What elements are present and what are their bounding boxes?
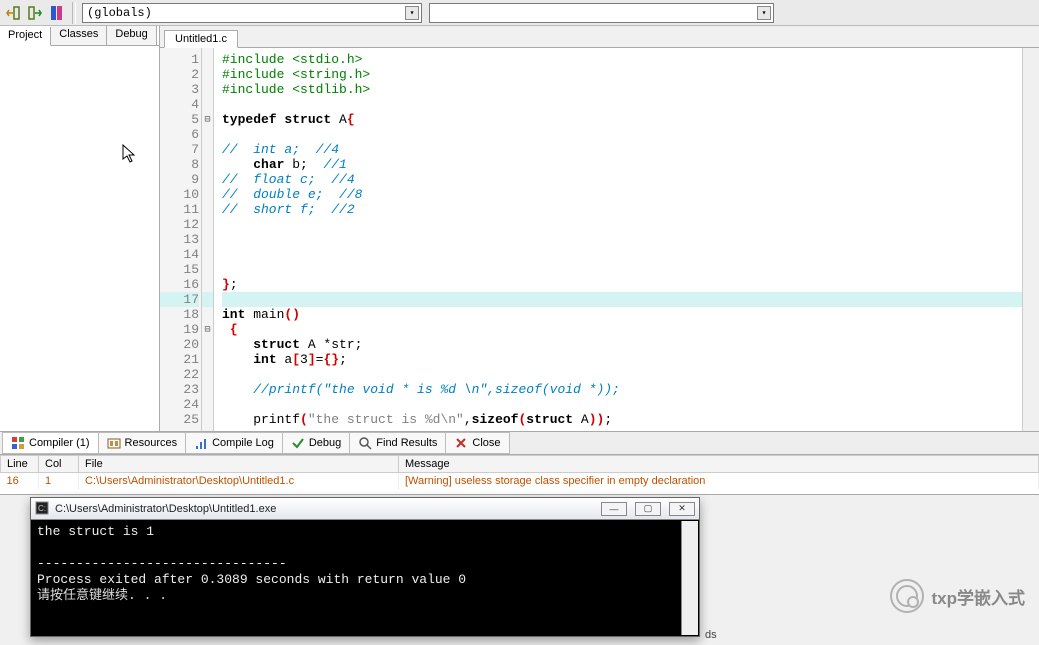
tab-label: Find Results xyxy=(376,437,437,449)
exe-icon: C: xyxy=(35,501,51,517)
tab-label: Close xyxy=(472,437,500,449)
col-message[interactable]: Message xyxy=(399,456,1039,473)
scope-value: (globals) xyxy=(87,6,152,20)
check-icon xyxy=(291,436,305,450)
file-tab-active[interactable]: Untitled1.c xyxy=(164,30,238,48)
table-header-row: Line Col File Message xyxy=(1,456,1039,473)
col-col[interactable]: Col xyxy=(39,456,79,473)
close-icon xyxy=(454,436,468,450)
watermark: txp学嵌入式 xyxy=(890,579,1026,613)
symbol-combo[interactable]: ▾ xyxy=(429,3,774,23)
console-scrollbar[interactable] xyxy=(681,521,698,635)
editor-panel: Untitled1.c 1234567891011121314151617181… xyxy=(160,26,1039,431)
left-panel: Project Classes Debug xyxy=(0,26,160,431)
separator xyxy=(72,2,76,24)
console-line: the struct is 1 xyxy=(37,524,154,539)
vertical-scrollbar[interactable] xyxy=(1022,48,1039,431)
tab-project[interactable]: Project xyxy=(0,27,51,46)
search-icon xyxy=(358,436,372,450)
chevron-down-icon[interactable]: ▾ xyxy=(757,6,771,20)
tab-label: Compiler (1) xyxy=(29,437,90,449)
left-tabs: Project Classes Debug xyxy=(0,26,159,46)
col-file[interactable]: File xyxy=(79,456,399,473)
tab-label: Resources xyxy=(125,437,178,449)
compiler-messages: Line Col File Message 16 1 C:\Users\Admi… xyxy=(0,455,1039,495)
footer-hint: ds xyxy=(705,629,717,641)
cell-message: [Warning] useless storage class specifie… xyxy=(399,473,1039,490)
table-row[interactable]: 16 1 C:\Users\Administrator\Desktop\Unti… xyxy=(1,473,1039,490)
cell-file: C:\Users\Administrator\Desktop\Untitled1… xyxy=(79,473,399,490)
back-icon[interactable] xyxy=(4,4,22,22)
line-numbers: 1234567891011121314151617181920212223242… xyxy=(160,48,202,431)
compiler-icon xyxy=(11,436,25,450)
tab-compile-log[interactable]: Compile Log xyxy=(185,432,283,454)
console-titlebar[interactable]: C: C:\Users\Administrator\Desktop\Untitl… xyxy=(31,498,699,520)
wechat-icon xyxy=(890,579,924,613)
tab-label: Debug xyxy=(309,437,341,449)
console-line: Process exited after 0.3089 seconds with… xyxy=(37,572,466,587)
minimize-button[interactable]: — xyxy=(601,502,627,516)
main-area: Project Classes Debug Untitled1.c 123456… xyxy=(0,26,1039,431)
window-buttons: — ▢ ✕ xyxy=(601,502,695,516)
console-area: C: C:\Users\Administrator\Desktop\Untitl… xyxy=(0,495,1039,643)
watermark-text: txp学嵌入式 xyxy=(932,584,1026,609)
maximize-button[interactable]: ▢ xyxy=(635,502,661,516)
log-icon xyxy=(194,436,208,450)
tab-debug-bottom[interactable]: Debug xyxy=(282,432,350,454)
fold-gutter[interactable]: ⊟⊟ xyxy=(202,48,214,431)
console-line: -------------------------------- xyxy=(37,556,287,571)
console-title: C:\Users\Administrator\Desktop\Untitled1… xyxy=(55,503,276,515)
book-icon[interactable] xyxy=(48,4,66,22)
chevron-down-icon[interactable]: ▾ xyxy=(405,6,419,20)
cell-col: 1 xyxy=(39,473,79,490)
console-window[interactable]: C: C:\Users\Administrator\Desktop\Untitl… xyxy=(30,497,700,637)
toolbar: (globals) ▾ ▾ xyxy=(0,0,1039,26)
tab-classes[interactable]: Classes xyxy=(51,26,107,45)
code-area[interactable]: #include <stdio.h>#include <string.h>#in… xyxy=(214,48,1022,431)
resources-icon xyxy=(107,436,121,450)
forward-icon[interactable] xyxy=(26,4,44,22)
svg-text:C:: C: xyxy=(38,504,46,513)
tab-debug[interactable]: Debug xyxy=(107,26,156,45)
console-line: 请按任意键继续. . . xyxy=(37,588,167,603)
close-button[interactable]: ✕ xyxy=(669,502,695,516)
tab-close[interactable]: Close xyxy=(445,432,509,454)
bottom-tabs: Compiler (1) Resources Compile Log Debug… xyxy=(0,431,1039,455)
tab-resources[interactable]: Resources xyxy=(98,432,187,454)
scope-combo[interactable]: (globals) ▾ xyxy=(82,3,422,23)
cell-line: 16 xyxy=(1,473,39,490)
file-tabs: Untitled1.c xyxy=(160,26,1039,48)
tab-label: Compile Log xyxy=(212,437,274,449)
console-body: the struct is 1 ------------------------… xyxy=(31,520,699,608)
tab-compiler[interactable]: Compiler (1) xyxy=(2,432,99,454)
tab-find-results[interactable]: Find Results xyxy=(349,432,446,454)
col-line[interactable]: Line xyxy=(1,456,39,473)
code-editor[interactable]: 1234567891011121314151617181920212223242… xyxy=(160,48,1039,431)
